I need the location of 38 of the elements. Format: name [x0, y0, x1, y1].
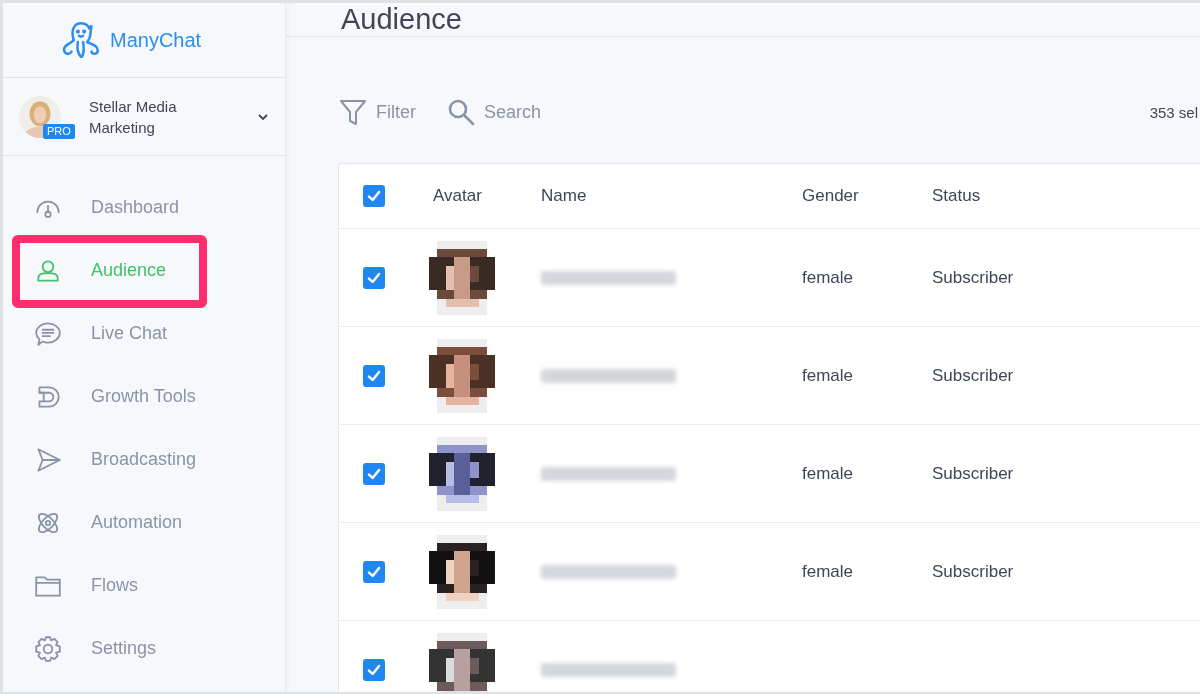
filter-button[interactable]: Filter [338, 97, 416, 127]
column-header: Avatar [433, 186, 482, 205]
search-button[interactable]: Search [446, 97, 542, 127]
octopus-logo-icon [60, 19, 102, 61]
nav-item[interactable]: Automation [3, 491, 285, 554]
row-checkbox[interactable] [363, 266, 385, 289]
table-cell: female [802, 561, 854, 581]
row-checkbox[interactable] [363, 560, 385, 583]
table-cell: female [802, 365, 854, 385]
chevron-down-icon [257, 112, 269, 121]
column-header: Status [932, 186, 981, 205]
table-cell: Subscriber [932, 267, 1014, 287]
brand-name: ManyChat [110, 28, 202, 52]
selection-count: 353 sel [1149, 103, 1198, 121]
row-checkbox[interactable] [363, 462, 385, 485]
nav-item[interactable]: Live Chat [3, 302, 285, 365]
nav-item[interactable]: Broadcasting [3, 428, 285, 491]
nav-item[interactable]: Dashboard [3, 176, 285, 239]
nav-item[interactable]: Settings [3, 617, 285, 680]
account-switcher[interactable]: PRO Stellar Media Marketing [3, 78, 285, 156]
page-title: Audience [341, 3, 462, 36]
row-checkbox[interactable] [363, 658, 385, 681]
table-cell: Subscriber [932, 463, 1014, 483]
pro-badge: PRO [43, 123, 75, 139]
settings-icon [33, 633, 63, 664]
select-all-checkbox[interactable] [363, 185, 385, 207]
table-cell: Subscriber [932, 365, 1014, 385]
table-cell: female [802, 463, 854, 483]
nav-item[interactable]: Flows [3, 554, 285, 617]
table-cell: Subscriber [932, 561, 1014, 581]
column-header: Gender [802, 186, 859, 205]
search-icon [446, 97, 476, 127]
nav-item[interactable]: Growth Tools [3, 365, 285, 428]
column-header: Name [541, 186, 587, 205]
filter-icon [338, 97, 368, 127]
nav-item[interactable]: Audience [3, 239, 285, 302]
table-cell: female [802, 267, 854, 287]
row-checkbox[interactable] [363, 364, 385, 387]
